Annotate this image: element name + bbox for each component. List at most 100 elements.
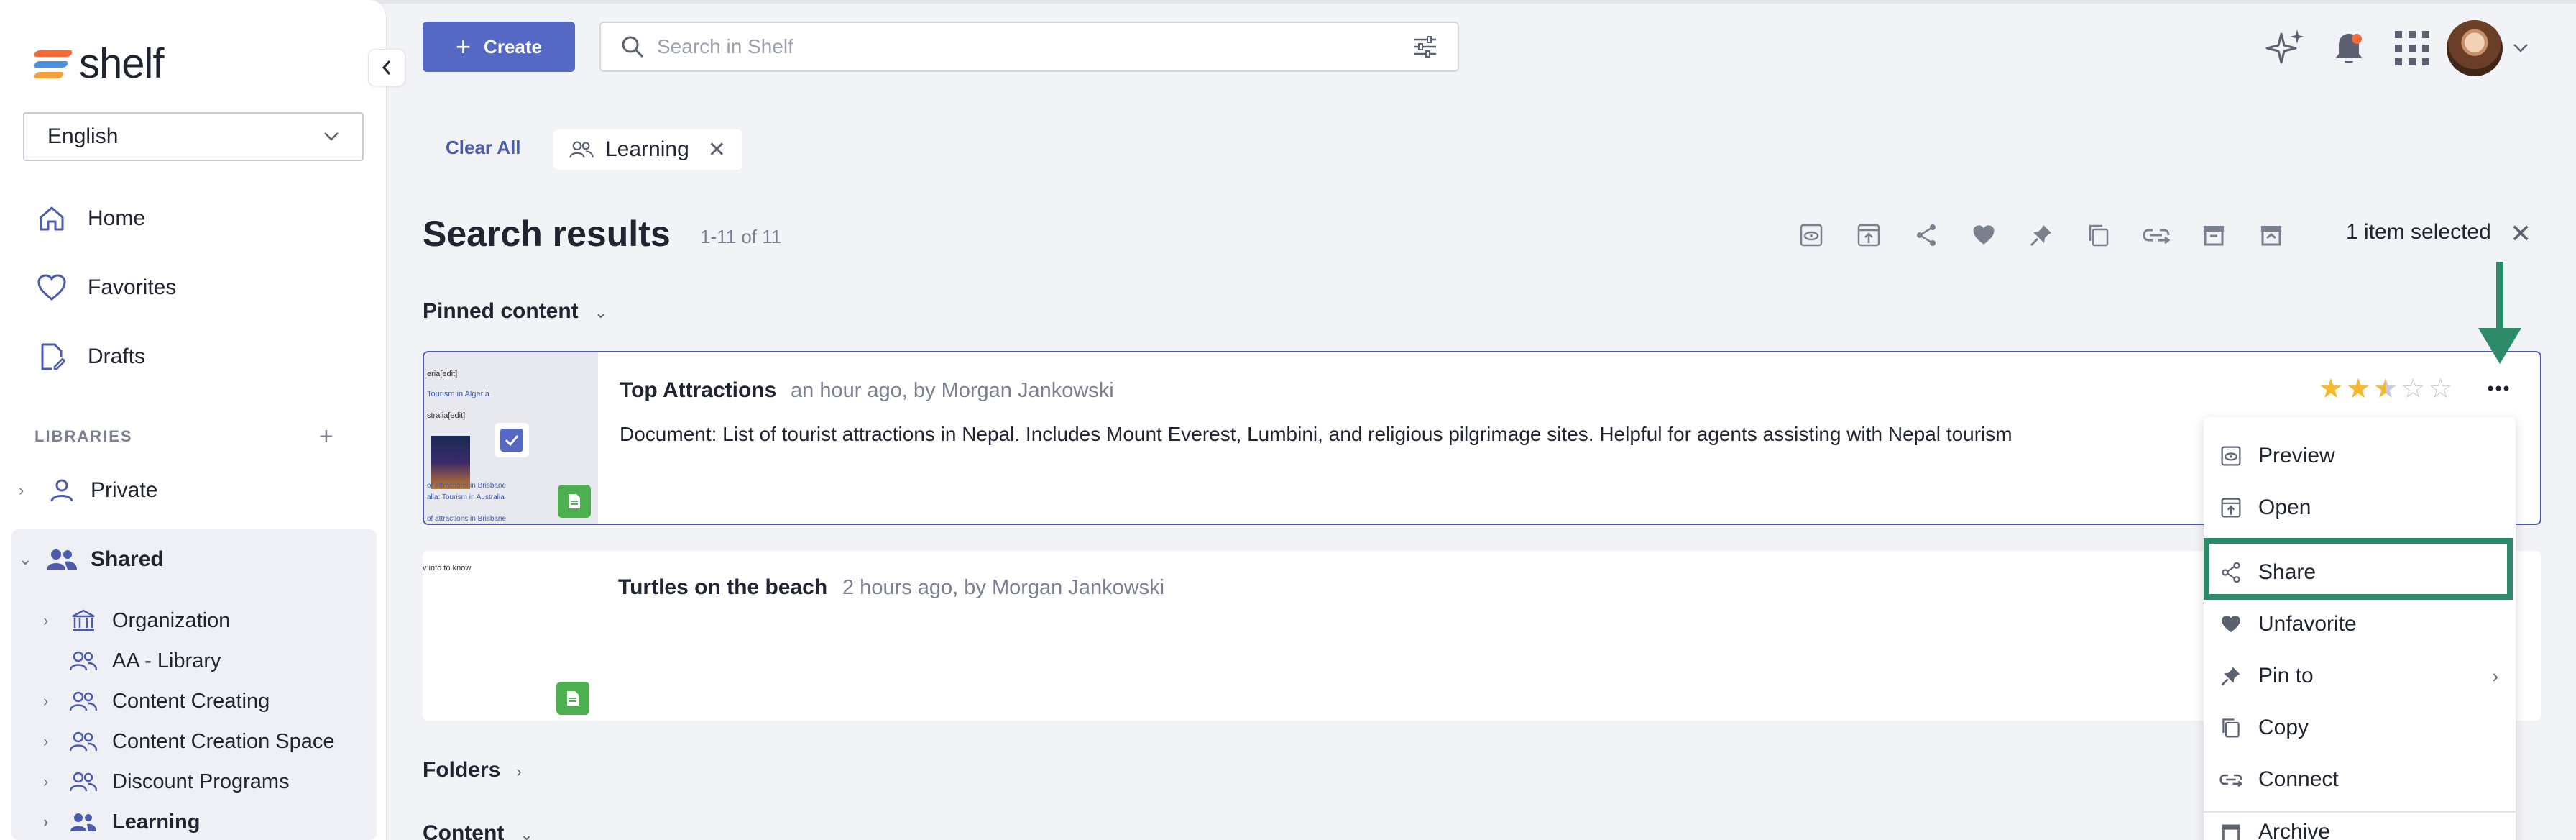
- menu-item-copy[interactable]: Copy: [2204, 702, 2516, 754]
- nav-drafts[interactable]: Drafts: [36, 341, 145, 373]
- filter-sliders-icon[interactable]: [1413, 36, 1438, 58]
- sparkle-icon: [2266, 29, 2304, 64]
- chevron-right-icon[interactable]: ›: [19, 481, 32, 500]
- home-icon: [36, 203, 68, 234]
- add-library-button[interactable]: +: [319, 423, 334, 451]
- menu-item-archive[interactable]: Archive: [2204, 820, 2516, 840]
- favorite-action-button[interactable]: [1955, 217, 2012, 253]
- logo[interactable]: shelf: [32, 43, 165, 85]
- libraries-heading: LIBRARIES: [34, 427, 133, 445]
- menu-label: Copy: [2258, 716, 2309, 739]
- clear-all-button[interactable]: Clear All: [446, 137, 521, 159]
- library-label: Content Creating: [112, 689, 270, 713]
- document-type-icon: [558, 485, 591, 518]
- library-shared[interactable]: ⌄ Shared: [0, 547, 164, 572]
- thumb-caption: alia: Tourism in Australia: [427, 493, 505, 501]
- archive-action-button[interactable]: [2185, 217, 2242, 253]
- users-icon: [69, 770, 98, 794]
- library-organization[interactable]: › Organization: [0, 608, 230, 633]
- nav-favorites[interactable]: Favorites: [36, 272, 176, 303]
- rating-stars[interactable]: ★ ★ ★ ☆ ☆: [2319, 375, 2455, 403]
- bulk-action-toolbar: [1782, 217, 2300, 253]
- menu-label: Preview: [2258, 444, 2335, 467]
- share-action-button[interactable]: [1898, 217, 1955, 253]
- library-content-creating[interactable]: › Content Creating: [0, 689, 270, 713]
- menu-item-connect[interactable]: Connect: [2204, 754, 2516, 805]
- chevron-right-icon[interactable]: ›: [43, 692, 56, 711]
- chevron-right-icon[interactable]: ›: [43, 813, 56, 831]
- draft-icon: [36, 341, 68, 373]
- menu-label: Connect: [2258, 767, 2339, 791]
- star-empty-icon[interactable]: ☆: [2428, 375, 2452, 403]
- card-description: Document: List of tourist attractions in…: [620, 423, 2012, 445]
- menu-item-preview[interactable]: Preview: [2204, 430, 2516, 482]
- close-icon[interactable]: ✕: [2510, 219, 2531, 249]
- more-options-button[interactable]: [2481, 371, 2516, 406]
- chevron-down-icon[interactable]: ⌄: [19, 550, 32, 569]
- chevron-down-icon[interactable]: [2513, 43, 2529, 53]
- plus-icon: +: [456, 32, 472, 61]
- copy-icon: [2089, 224, 2109, 247]
- thumb-caption: stralia[edit]: [427, 411, 466, 420]
- search-input[interactable]: [657, 35, 1413, 58]
- content-heading[interactable]: Content ⌄: [423, 821, 533, 840]
- star-filled-icon[interactable]: ★: [2319, 375, 2343, 403]
- nav-label: Drafts: [88, 344, 146, 368]
- star-half-icon[interactable]: ★: [2373, 375, 2398, 403]
- folders-heading[interactable]: Folders ›: [423, 758, 522, 782]
- share-icon: [1917, 224, 1936, 246]
- create-label: Create: [484, 35, 542, 58]
- sidebar: shelf English Home Favorites Drafts LIBR…: [0, 0, 387, 840]
- document-type-icon: [556, 682, 589, 715]
- close-icon[interactable]: ✕: [708, 137, 726, 163]
- library-learning[interactable]: › Learning: [0, 810, 200, 834]
- avatar[interactable]: [2447, 20, 2503, 76]
- library-discount-programs[interactable]: › Discount Programs: [0, 770, 290, 794]
- open-icon: [1857, 224, 1880, 247]
- card-title[interactable]: Turtles on the beach: [618, 575, 827, 600]
- create-button[interactable]: + Create: [423, 22, 575, 72]
- box-icon: [2261, 226, 2281, 246]
- library-aa-library[interactable]: AA - Library: [0, 649, 221, 673]
- pinned-content-heading[interactable]: Pinned content ⌄: [423, 299, 607, 324]
- language-select[interactable]: English: [23, 112, 364, 161]
- connect-action-button[interactable]: [2128, 217, 2185, 253]
- context-menu: Preview Open Share Unfavorite Pin to › C…: [2204, 417, 2516, 840]
- library-content-creation-space[interactable]: › Content Creation Space: [0, 729, 335, 754]
- eye-icon: [2218, 443, 2244, 469]
- archive-icon: [2218, 820, 2244, 840]
- chevron-left-icon: [382, 60, 391, 75]
- menu-label: Archive: [2258, 820, 2331, 840]
- select-checkbox[interactable]: [494, 423, 529, 457]
- thumb-caption: of attractions in Brisbane: [427, 482, 507, 490]
- card-thumbnail: eria[edit] Tourism in Algeria stralia[ed…: [424, 352, 598, 524]
- star-empty-icon[interactable]: ☆: [2401, 375, 2425, 403]
- users-icon: [69, 810, 98, 834]
- chevron-right-icon[interactable]: ›: [43, 611, 56, 630]
- open-action-button[interactable]: [1840, 217, 1898, 253]
- collapse-sidebar-button[interactable]: [368, 49, 405, 86]
- notifications-button[interactable]: [2320, 22, 2378, 74]
- library-private[interactable]: › Private: [0, 478, 157, 503]
- apps-grid-button[interactable]: [2383, 22, 2441, 74]
- chevron-right-icon[interactable]: ›: [43, 772, 56, 791]
- thumb-caption: eria[edit]: [427, 370, 458, 378]
- menu-item-open[interactable]: Open: [2204, 482, 2516, 534]
- chevron-right-icon[interactable]: ›: [43, 732, 56, 751]
- menu-item-unfavorite[interactable]: Unfavorite: [2204, 598, 2516, 650]
- copy-action-button[interactable]: [2070, 217, 2128, 253]
- top-right-toolbar: [2257, 20, 2529, 76]
- link-icon: [2143, 229, 2170, 245]
- star-filled-icon[interactable]: ★: [2346, 375, 2370, 403]
- menu-item-pin-to[interactable]: Pin to ›: [2204, 650, 2516, 702]
- ai-sparkle-button[interactable]: [2257, 22, 2314, 74]
- chevron-down-icon: ⌄: [520, 826, 533, 840]
- unarchive-action-button[interactable]: [2242, 217, 2300, 253]
- library-label: Discount Programs: [112, 770, 290, 793]
- card-title[interactable]: Top Attractions: [620, 378, 776, 403]
- pin-action-button[interactable]: [2012, 217, 2070, 253]
- preview-action-button[interactable]: [1782, 217, 1840, 253]
- annotation-arrow-icon: [2478, 328, 2521, 364]
- nav-home[interactable]: Home: [36, 203, 145, 234]
- library-label: Private: [91, 478, 158, 502]
